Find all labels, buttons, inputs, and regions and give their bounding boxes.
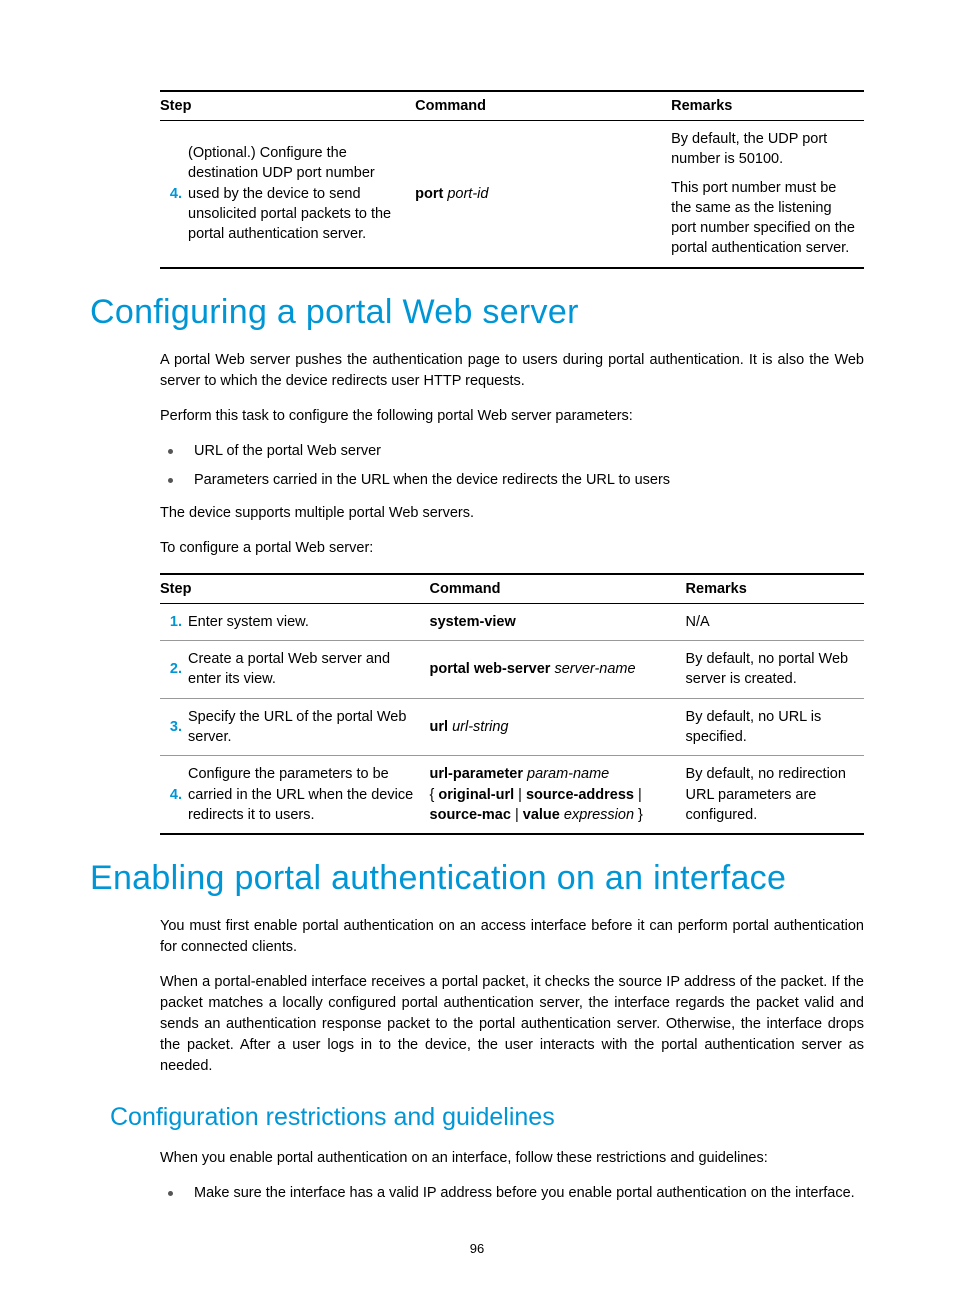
step-desc: Configure the parameters to be carried i…: [188, 756, 430, 834]
command-cell: portal web-server server-name: [430, 641, 686, 699]
remarks-cell: By default, no URL is specified.: [686, 698, 864, 756]
paragraph: To configure a portal Web server:: [160, 538, 864, 559]
paragraph: A portal Web server pushes the authentic…: [160, 350, 864, 392]
command-cell: url-parameter param-name { original-url …: [430, 756, 686, 834]
web-server-config-table: Step Command Remarks 1. Enter system vie…: [160, 573, 864, 835]
page-number: 96: [0, 1241, 954, 1256]
port-config-table: Step Command Remarks 4. (Optional.) Conf…: [160, 90, 864, 269]
heading-enabling-portal-auth: Enabling portal authentication on an int…: [90, 859, 864, 898]
paragraph: Perform this task to configure the follo…: [160, 406, 864, 427]
command-cell: url url-string: [430, 698, 686, 756]
remarks-cell: By default, no portal Web server is crea…: [686, 641, 864, 699]
table-row: 1. Enter system view. system-view N/A: [160, 603, 864, 640]
th-remarks: Remarks: [671, 91, 864, 121]
th-step: Step: [160, 91, 415, 121]
th-step: Step: [160, 574, 430, 604]
bullet-list: URL of the portal Web server Parameters …: [160, 441, 864, 491]
list-item: Make sure the interface has a valid IP a…: [160, 1183, 864, 1204]
remarks-cell: By default, the UDP port number is 50100…: [671, 121, 864, 268]
command-cell: port port-id: [415, 121, 671, 268]
heading-config-restrictions: Configuration restrictions and guideline…: [110, 1103, 864, 1132]
list-item: Parameters carried in the URL when the d…: [160, 470, 864, 491]
step-desc: (Optional.) Configure the destination UD…: [188, 121, 415, 268]
th-command: Command: [430, 574, 686, 604]
step-desc: Create a portal Web server and enter its…: [188, 641, 430, 699]
paragraph: When you enable portal authentication on…: [160, 1148, 864, 1169]
step-number: 2.: [160, 641, 188, 699]
th-command: Command: [415, 91, 671, 121]
table-row: 3. Specify the URL of the portal Web ser…: [160, 698, 864, 756]
remarks-cell: By default, no redirection URL parameter…: [686, 756, 864, 834]
heading-configuring-portal-web-server: Configuring a portal Web server: [90, 293, 864, 332]
list-item: URL of the portal Web server: [160, 441, 864, 462]
paragraph: The device supports multiple portal Web …: [160, 503, 864, 524]
remarks-cell: N/A: [686, 603, 864, 640]
table-row: 4. Configure the parameters to be carrie…: [160, 756, 864, 834]
step-number: 4.: [160, 756, 188, 834]
th-remarks: Remarks: [686, 574, 864, 604]
table-row: 4. (Optional.) Configure the destination…: [160, 121, 864, 268]
paragraph: When a portal-enabled interface receives…: [160, 972, 864, 1077]
step-desc: Enter system view.: [188, 603, 430, 640]
step-desc: Specify the URL of the portal Web server…: [188, 698, 430, 756]
bullet-list: Make sure the interface has a valid IP a…: [160, 1183, 864, 1204]
paragraph: You must first enable portal authenticat…: [160, 916, 864, 958]
step-number: 4.: [160, 121, 188, 268]
table-row: 2. Create a portal Web server and enter …: [160, 641, 864, 699]
step-number: 1.: [160, 603, 188, 640]
command-cell: system-view: [430, 603, 686, 640]
step-number: 3.: [160, 698, 188, 756]
